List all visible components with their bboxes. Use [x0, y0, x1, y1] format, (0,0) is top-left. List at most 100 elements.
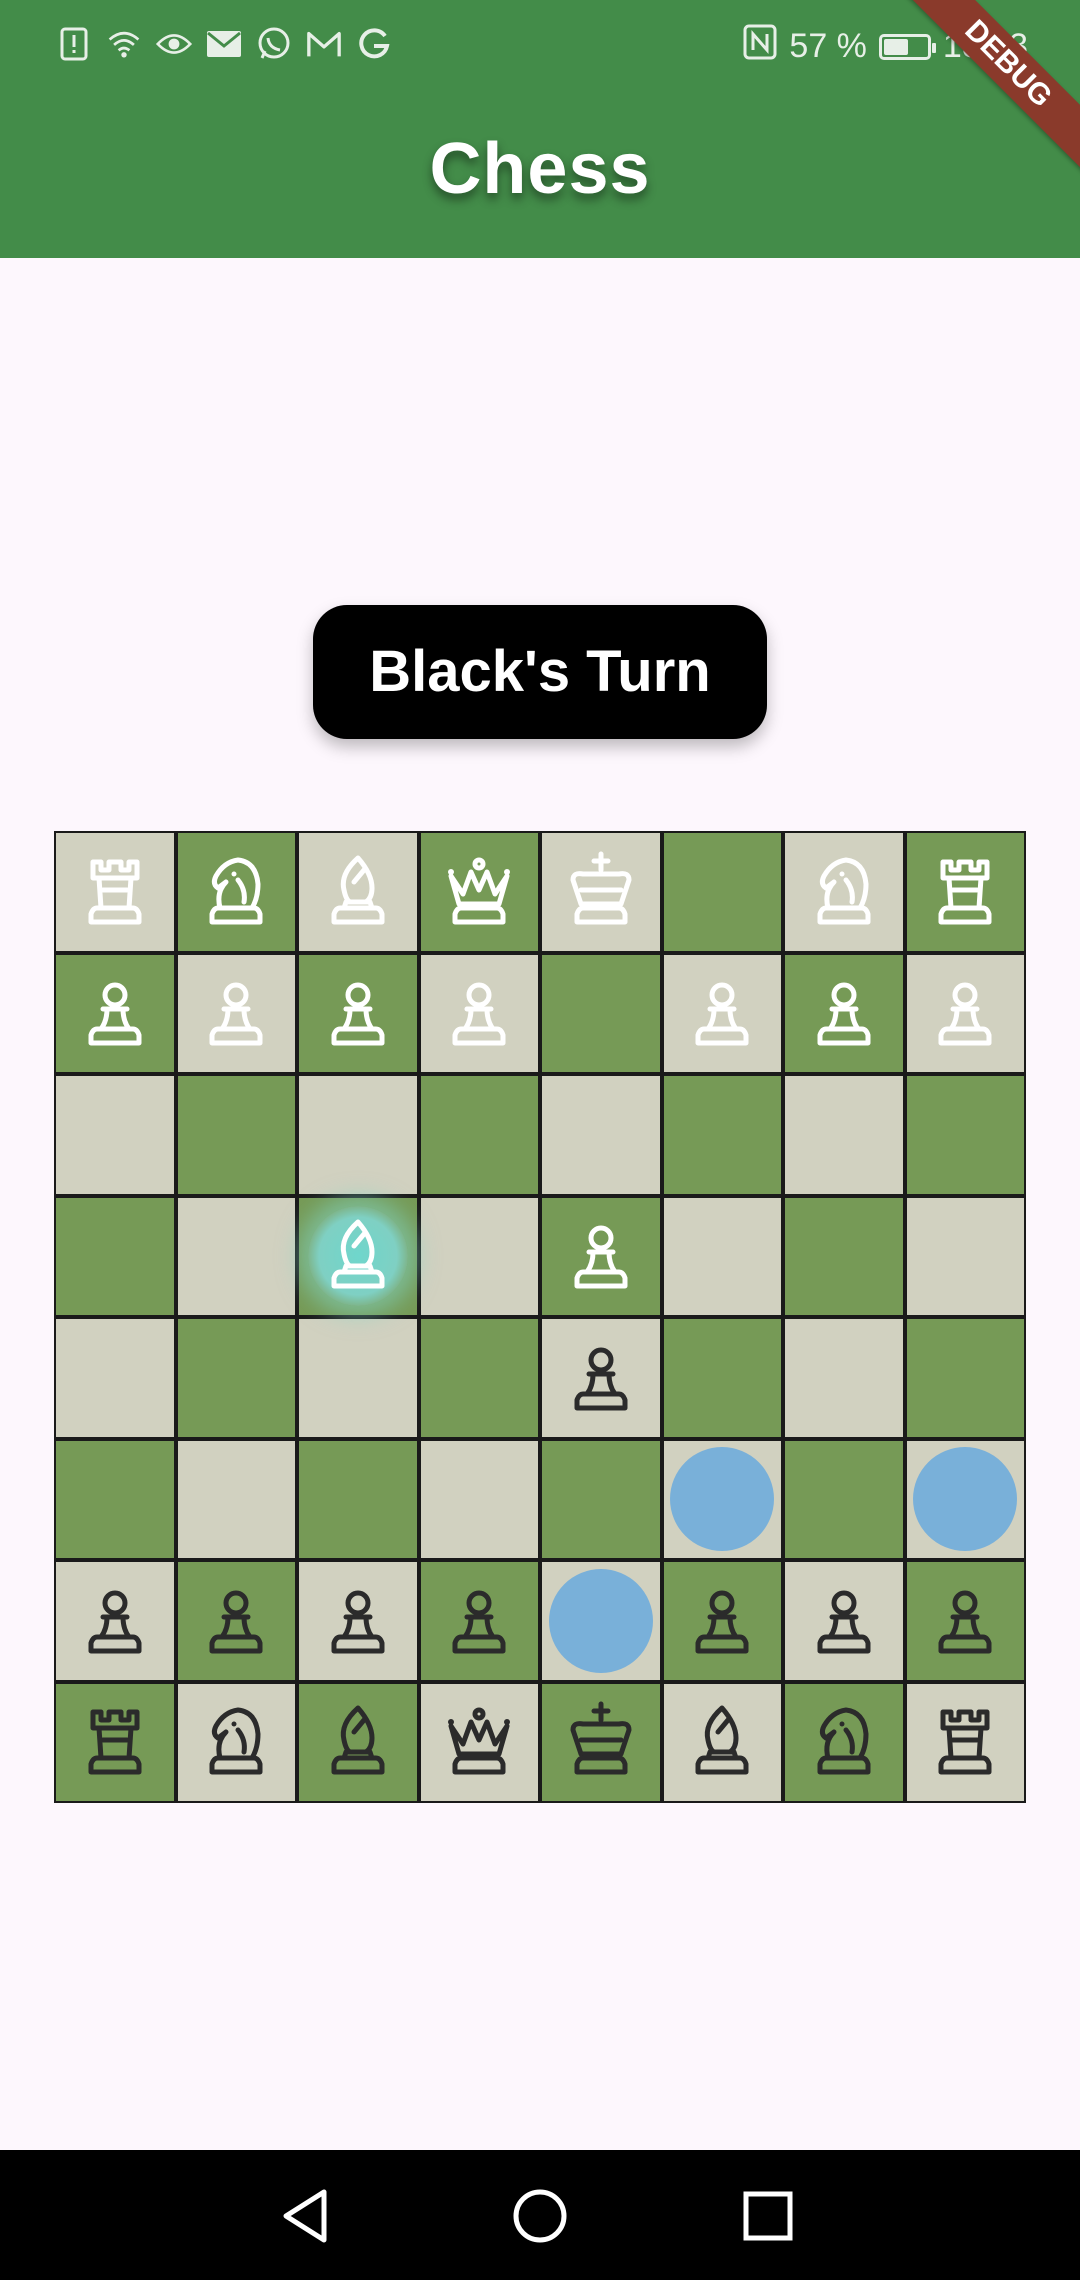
board-square-f1[interactable] [661, 1681, 783, 1803]
board-square-h7[interactable] [904, 952, 1026, 1074]
black-pawn-icon[interactable] [194, 1579, 278, 1663]
board-square-a6[interactable] [54, 1074, 176, 1196]
board-square-f6[interactable] [661, 1074, 783, 1196]
board-square-g2[interactable] [783, 1560, 905, 1682]
back-button[interactable] [276, 2184, 340, 2248]
board-square-g3[interactable] [783, 1438, 905, 1560]
board-square-c7[interactable] [297, 952, 419, 1074]
white-pawn-icon[interactable] [437, 971, 521, 1055]
board-square-b2[interactable] [175, 1560, 297, 1682]
board-square-g7[interactable] [783, 952, 905, 1074]
board-square-e4[interactable] [540, 1317, 662, 1439]
board-square-e2[interactable] [540, 1560, 662, 1682]
board-square-b5[interactable] [175, 1195, 297, 1317]
white-knight-icon[interactable] [802, 850, 886, 934]
board-square-e6[interactable] [540, 1074, 662, 1196]
board-square-a5[interactable] [54, 1195, 176, 1317]
white-knight-icon[interactable] [194, 850, 278, 934]
board-square-d8[interactable] [418, 831, 540, 953]
black-pawn-icon[interactable] [680, 1579, 764, 1663]
board-square-g5[interactable] [783, 1195, 905, 1317]
board-square-a4[interactable] [54, 1317, 176, 1439]
board-square-b3[interactable] [175, 1438, 297, 1560]
board-square-c2[interactable] [297, 1560, 419, 1682]
board-square-a8[interactable] [54, 831, 176, 953]
board-square-a2[interactable] [54, 1560, 176, 1682]
white-bishop-icon[interactable] [316, 1214, 400, 1298]
board-square-c8[interactable] [297, 831, 419, 953]
board-square-d3[interactable] [418, 1438, 540, 1560]
board-square-e1[interactable] [540, 1681, 662, 1803]
board-square-h5[interactable] [904, 1195, 1026, 1317]
board-square-f7[interactable] [661, 952, 783, 1074]
board-square-c3[interactable] [297, 1438, 419, 1560]
board-square-d6[interactable] [418, 1074, 540, 1196]
board-square-e8[interactable] [540, 831, 662, 953]
black-pawn-icon[interactable] [316, 1579, 400, 1663]
white-pawn-icon[interactable] [923, 971, 1007, 1055]
board-square-c1[interactable] [297, 1681, 419, 1803]
board-square-b8[interactable] [175, 831, 297, 953]
black-pawn-icon[interactable] [802, 1579, 886, 1663]
white-king-icon[interactable] [559, 850, 643, 934]
board-square-g4[interactable] [783, 1317, 905, 1439]
board-square-a3[interactable] [54, 1438, 176, 1560]
board-square-g8[interactable] [783, 831, 905, 953]
board-square-h8[interactable] [904, 831, 1026, 953]
black-pawn-icon[interactable] [73, 1579, 157, 1663]
board-square-f3[interactable] [661, 1438, 783, 1560]
black-rook-icon[interactable] [73, 1700, 157, 1784]
white-rook-icon[interactable] [73, 850, 157, 934]
board-square-a1[interactable] [54, 1681, 176, 1803]
board-square-h6[interactable] [904, 1074, 1026, 1196]
recents-button[interactable] [736, 2184, 800, 2248]
board-square-f2[interactable] [661, 1560, 783, 1682]
home-button[interactable] [508, 2184, 572, 2248]
white-rook-icon[interactable] [923, 850, 1007, 934]
black-pawn-icon[interactable] [437, 1579, 521, 1663]
board-square-h4[interactable] [904, 1317, 1026, 1439]
black-bishop-icon[interactable] [316, 1700, 400, 1784]
board-square-g1[interactable] [783, 1681, 905, 1803]
board-square-e5[interactable] [540, 1195, 662, 1317]
white-pawn-icon[interactable] [802, 971, 886, 1055]
board-square-d5[interactable] [418, 1195, 540, 1317]
white-bishop-icon[interactable] [316, 850, 400, 934]
board-square-e7[interactable] [540, 952, 662, 1074]
board-square-h3[interactable] [904, 1438, 1026, 1560]
board-square-b6[interactable] [175, 1074, 297, 1196]
move-hint-dot[interactable] [670, 1447, 775, 1552]
board-square-b7[interactable] [175, 952, 297, 1074]
board-square-c5[interactable] [297, 1195, 419, 1317]
black-pawn-icon[interactable] [559, 1336, 643, 1420]
black-bishop-icon[interactable] [680, 1700, 764, 1784]
board-square-a7[interactable] [54, 952, 176, 1074]
black-knight-icon[interactable] [194, 1700, 278, 1784]
board-square-b1[interactable] [175, 1681, 297, 1803]
white-pawn-icon[interactable] [559, 1214, 643, 1298]
board-square-d2[interactable] [418, 1560, 540, 1682]
board-square-h1[interactable] [904, 1681, 1026, 1803]
board-square-c6[interactable] [297, 1074, 419, 1196]
board-square-h2[interactable] [904, 1560, 1026, 1682]
board-square-f5[interactable] [661, 1195, 783, 1317]
board-square-f8[interactable] [661, 831, 783, 953]
board-square-d7[interactable] [418, 952, 540, 1074]
board-square-d1[interactable] [418, 1681, 540, 1803]
black-knight-icon[interactable] [802, 1700, 886, 1784]
move-hint-dot[interactable] [548, 1568, 653, 1673]
white-queen-icon[interactable] [437, 850, 521, 934]
board-square-d4[interactable] [418, 1317, 540, 1439]
board-square-b4[interactable] [175, 1317, 297, 1439]
white-pawn-icon[interactable] [73, 971, 157, 1055]
white-pawn-icon[interactable] [316, 971, 400, 1055]
board-square-f4[interactable] [661, 1317, 783, 1439]
white-pawn-icon[interactable] [680, 971, 764, 1055]
white-pawn-icon[interactable] [194, 971, 278, 1055]
move-hint-dot[interactable] [913, 1447, 1018, 1552]
board-square-e3[interactable] [540, 1438, 662, 1560]
black-rook-icon[interactable] [923, 1700, 1007, 1784]
black-pawn-icon[interactable] [923, 1579, 1007, 1663]
black-queen-icon[interactable] [437, 1700, 521, 1784]
board-square-g6[interactable] [783, 1074, 905, 1196]
